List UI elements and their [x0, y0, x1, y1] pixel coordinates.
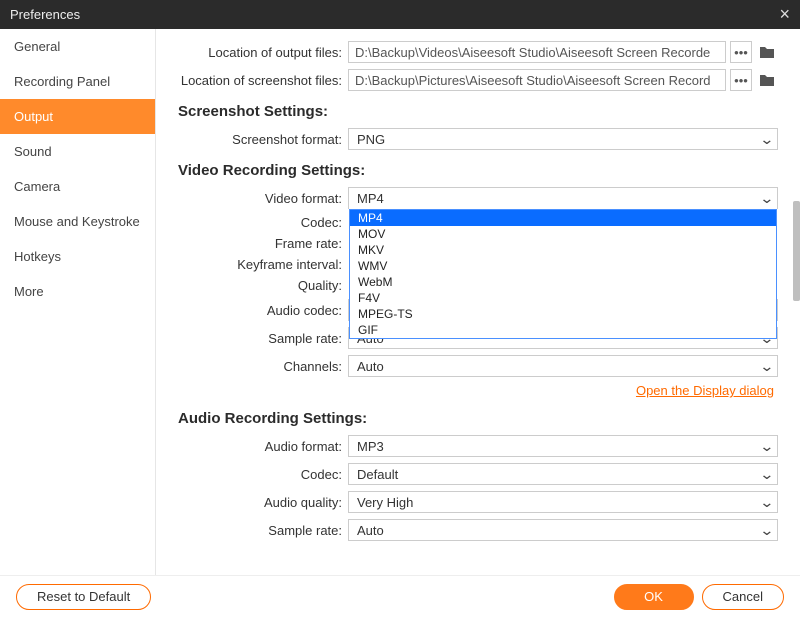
video-format-select[interactable]: MP4 ⌄ MP4 MOV MKV WMV WebM F4V MPEG-TS G… [348, 187, 778, 209]
video-samplerate-label: Sample rate: [178, 331, 348, 346]
footer: Reset to Default OK Cancel [0, 575, 800, 617]
dropdown-option[interactable]: WMV [350, 258, 776, 274]
chevron-down-icon: ⌄ [760, 358, 775, 375]
screenshot-path-field[interactable]: D:\Backup\Pictures\Aiseesoft Studio\Aise… [348, 69, 726, 91]
video-keyframe-label: Keyframe interval: [178, 257, 348, 272]
reset-to-default-button[interactable]: Reset to Default [16, 584, 151, 610]
sidebar: General Recording Panel Output Sound Cam… [0, 29, 156, 575]
video-format-dropdown: MP4 MOV MKV WMV WebM F4V MPEG-TS GIF [349, 209, 777, 339]
video-section-title: Video Recording Settings: [178, 162, 778, 179]
sidebar-item-mouse-keystroke[interactable]: Mouse and Keystroke [0, 204, 155, 239]
titlebar: Preferences × [0, 0, 800, 29]
audio-samplerate-label: Sample rate: [178, 523, 348, 538]
open-output-folder-icon[interactable] [756, 41, 778, 63]
sidebar-item-general[interactable]: General [0, 29, 155, 64]
dropdown-option[interactable]: GIF [350, 322, 776, 338]
screenshot-section-title: Screenshot Settings: [178, 103, 778, 120]
chevron-down-icon: ⌄ [760, 131, 775, 148]
video-channels-label: Channels: [178, 359, 348, 374]
video-format-label: Video format: [178, 191, 348, 206]
sidebar-item-output[interactable]: Output [0, 99, 155, 134]
audio-codec-label: Codec: [178, 467, 348, 482]
screenshot-format-select[interactable]: PNG ⌄ [348, 128, 778, 150]
cancel-button[interactable]: Cancel [702, 584, 784, 610]
open-screenshot-folder-icon[interactable] [756, 69, 778, 91]
dropdown-option[interactable]: MPEG-TS [350, 306, 776, 322]
dropdown-option[interactable]: F4V [350, 290, 776, 306]
close-icon[interactable]: × [779, 4, 790, 25]
audio-format-select[interactable]: MP3⌄ [348, 435, 778, 457]
audio-samplerate-select[interactable]: Auto⌄ [348, 519, 778, 541]
video-channels-select[interactable]: Auto⌄ [348, 355, 778, 377]
dropdown-option[interactable]: MKV [350, 242, 776, 258]
screenshot-path-label: Location of screenshot files: [178, 73, 348, 88]
open-display-dialog-link[interactable]: Open the Display dialog [636, 383, 774, 398]
window-title: Preferences [10, 7, 779, 22]
sidebar-item-recording-panel[interactable]: Recording Panel [0, 64, 155, 99]
dropdown-option[interactable]: MP4 [350, 210, 776, 226]
output-path-label: Location of output files: [178, 45, 348, 60]
audio-section-title: Audio Recording Settings: [178, 410, 778, 427]
video-format-value: MP4 [357, 191, 384, 206]
browse-output-button[interactable]: ••• [730, 41, 752, 63]
audio-quality-select[interactable]: Very High⌄ [348, 491, 778, 513]
chevron-down-icon: ⌄ [760, 522, 775, 539]
screenshot-format-label: Screenshot format: [178, 132, 348, 147]
chevron-down-icon: ⌄ [760, 466, 775, 483]
audio-quality-label: Audio quality: [178, 495, 348, 510]
video-audio-codec-label: Audio codec: [178, 303, 348, 318]
sidebar-item-camera[interactable]: Camera [0, 169, 155, 204]
content-area: Location of output files: D:\Backup\Vide… [156, 29, 800, 575]
output-path-field[interactable]: D:\Backup\Videos\Aiseesoft Studio\Aisees… [348, 41, 726, 63]
sidebar-item-hotkeys[interactable]: Hotkeys [0, 239, 155, 274]
video-quality-label: Quality: [178, 278, 348, 293]
chevron-down-icon: ⌄ [760, 494, 775, 511]
ok-button[interactable]: OK [614, 584, 694, 610]
screenshot-format-value: PNG [357, 132, 385, 147]
scrollbar-thumb[interactable] [793, 201, 800, 301]
audio-codec-select[interactable]: Default⌄ [348, 463, 778, 485]
sidebar-item-sound[interactable]: Sound [0, 134, 155, 169]
browse-screenshot-button[interactable]: ••• [730, 69, 752, 91]
video-codec-label: Codec: [178, 215, 348, 230]
chevron-down-icon: ⌄ [760, 190, 775, 207]
chevron-down-icon: ⌄ [760, 438, 775, 455]
video-framerate-label: Frame rate: [178, 236, 348, 251]
audio-format-label: Audio format: [178, 439, 348, 454]
sidebar-item-more[interactable]: More [0, 274, 155, 309]
dropdown-option[interactable]: WebM [350, 274, 776, 290]
dropdown-option[interactable]: MOV [350, 226, 776, 242]
